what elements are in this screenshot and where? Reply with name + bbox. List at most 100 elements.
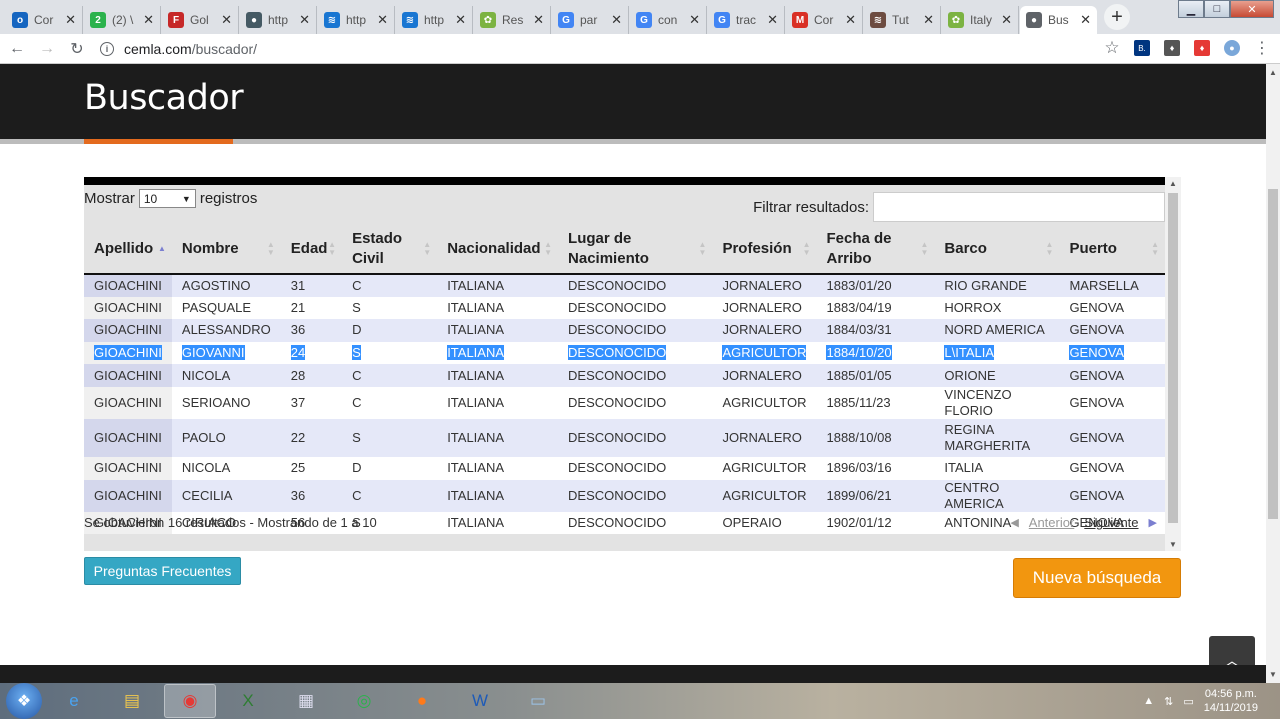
bookmark-star-icon[interactable]: ☆ [1104, 38, 1120, 57]
taskbar-word-icon[interactable]: W [454, 684, 506, 718]
extension-red-icon[interactable]: ♦ [1194, 40, 1210, 56]
taskbar-excel-icon[interactable]: X [222, 684, 274, 718]
table-row[interactable]: GIOACHINI PASQUALE 21 S ITALIANA DESCONOCIDO J… [84, 296, 1165, 320]
browser-tab[interactable]: ≋ http ✕ [396, 6, 473, 34]
tab-close-icon[interactable]: ✕ [689, 12, 700, 28]
browser-tab[interactable]: Gtrac ✕ [708, 6, 785, 34]
browser-tab[interactable]: ● Bus ✕ [1020, 6, 1097, 34]
taskbar-clock[interactable]: 04:56 p.m. 14/11/2019 [1204, 687, 1258, 715]
page-scroll-up-icon[interactable]: ▲ [1269, 68, 1277, 77]
tray-expand-icon[interactable]: ▲ [1143, 695, 1154, 707]
tab-close-icon[interactable]: ✕ [221, 12, 232, 28]
column-header[interactable]: Nacionalidad ▲ ▼ [437, 225, 559, 275]
panel-scroll-thumb[interactable] [1168, 193, 1178, 523]
tab-close-icon[interactable]: ✕ [377, 12, 388, 28]
scroll-down-icon[interactable]: ▼ [1169, 540, 1177, 549]
start-button[interactable]: ❖ [6, 683, 42, 719]
column-header[interactable]: Barco ▲ ▼ [934, 225, 1060, 275]
menu-dots-icon[interactable]: ⋮ [1254, 40, 1270, 57]
browser-tab[interactable]: ✿ Res ✕ [474, 6, 551, 34]
column-header[interactable]: Lugar de Nacimiento ▲ ▼ [558, 225, 713, 275]
cell-text: 1899/06/21 [826, 487, 892, 503]
column-header[interactable]: Estado Civil ▲ ▼ [342, 225, 438, 275]
taskbar-image-viewer-icon[interactable]: ▭ [512, 684, 564, 718]
table-row[interactable]: GIOACHINI AGOSTINO 31 C ITALIANA DESCONOCIDO J… [84, 274, 1165, 297]
browser-tab[interactable]: ● http ✕ [240, 6, 317, 34]
page-scroll-down-icon[interactable]: ▼ [1269, 670, 1277, 679]
extension-shield-icon[interactable]: ♦ [1164, 40, 1180, 56]
tab-close-icon[interactable]: ✕ [611, 12, 622, 28]
table-row[interactable]: GIOACHINI CECILIA 36 C ITALIANA DESCONOCIDO AG… [84, 479, 1165, 512]
column-header[interactable]: Fecha de Arribo ▲ ▼ [816, 225, 935, 275]
tab-close-icon[interactable]: ✕ [299, 12, 310, 28]
table-row[interactable]: GIOACHINI ALESSANDRO 36 D ITALIANA DESCONOCID… [84, 319, 1165, 342]
new-search-button[interactable]: Nueva búsqueda [1013, 558, 1181, 598]
table-row[interactable]: GIOACHINI NICOLA 28 C ITALIANA DESCONOCIDO JOR… [84, 364, 1165, 387]
tab-close-icon[interactable]: ✕ [143, 12, 154, 28]
column-header[interactable]: Puerto ▲ ▼ [1059, 225, 1165, 275]
column-header[interactable]: Profesión ▲ ▼ [712, 225, 817, 275]
tab-close-icon[interactable]: ✕ [1080, 12, 1091, 28]
taskbar-explorer-icon[interactable]: ▤ [106, 684, 158, 718]
page-scroll-thumb[interactable] [1268, 189, 1278, 519]
browser-tab[interactable]: Gpar ✕ [552, 6, 629, 34]
table-row[interactable]: GIOACHINI SERIOANO 37 C ITALIANA DESCONOCIDO A… [84, 386, 1165, 419]
taskbar-calculator-icon[interactable]: ▦ [280, 684, 332, 718]
browser-tab[interactable]: ✿ Italy ✕ [942, 6, 1019, 34]
tab-close-icon[interactable]: ✕ [767, 12, 778, 28]
browser-tab[interactable]: ≋ Tut ✕ [864, 6, 941, 34]
profile-avatar-icon[interactable]: ● [1224, 40, 1240, 56]
prev-page-link[interactable]: Anterior [1029, 515, 1075, 530]
tab-close-icon[interactable]: ✕ [455, 12, 466, 28]
maximize-button[interactable]: □ [1204, 0, 1230, 18]
reload-icon[interactable]: ↻ [64, 39, 90, 59]
taskbar-chrome-icon[interactable]: ◉ [164, 684, 216, 718]
url-field[interactable]: i cemla.com/buscador/ [100, 41, 257, 57]
taskbar-green-app-icon[interactable]: ◎ [338, 684, 390, 718]
cell-text: 36 [290, 322, 306, 338]
page-scrollbar[interactable]: ▲ ▼ [1266, 64, 1280, 683]
site-info-icon[interactable]: i [100, 41, 114, 56]
filter-input[interactable] [873, 192, 1165, 222]
table-row[interactable]: GIOACHINI PAOLO 22 S ITALIANA DESCONOCIDO JORN… [84, 418, 1165, 457]
browser-tab[interactable]: F Gol ✕ [162, 6, 239, 34]
browser-tab[interactable]: Gcon ✕ [630, 6, 707, 34]
table-row[interactable]: GIOACHINI GIOVANNI 24 S ITALIANA DESCONOCIDO A… [84, 341, 1165, 365]
taskbar-firefox-icon[interactable]: ● [396, 684, 448, 718]
prev-arrow-icon[interactable]: ◀ [1010, 516, 1018, 529]
extension-booking-icon[interactable]: B. [1134, 40, 1150, 56]
back-to-top-button[interactable]: ︿ [1209, 636, 1255, 665]
cell-text: AGRICULTOR [722, 345, 807, 361]
next-page-link[interactable]: Siguiente [1084, 515, 1138, 530]
table-row[interactable]: GIOACHINI NICOLA 25 D ITALIANA DESCONOCIDO AGR… [84, 456, 1165, 480]
panel-scrollbar[interactable]: ▲ ▼ [1165, 177, 1181, 551]
column-header[interactable]: Apellido ▲ [84, 225, 172, 275]
tray-action-center-icon[interactable]: ▭ [1183, 695, 1193, 708]
tab-close-icon[interactable]: ✕ [923, 12, 934, 28]
cell-text: REGINA MARGHERITA [944, 421, 1031, 453]
tray-network-icon[interactable]: ⇅ [1164, 695, 1173, 708]
tab-close-icon[interactable]: ✕ [533, 12, 544, 28]
scroll-up-icon[interactable]: ▲ [1169, 179, 1177, 188]
cell-text: GIOACHINI [94, 367, 162, 383]
close-window-button[interactable]: ✕ [1230, 0, 1274, 18]
cell-text: PASQUALE [181, 299, 252, 315]
browser-tab[interactable]: ≋ http ✕ [318, 6, 395, 34]
browser-tab[interactable]: M Cor ✕ [786, 6, 863, 34]
taskbar-ie-icon[interactable]: e [48, 684, 100, 718]
new-tab-button[interactable]: + [1104, 4, 1130, 30]
faq-button[interactable]: Preguntas Frecuentes [84, 557, 241, 585]
tab-favicon-icon: ✿ [948, 12, 964, 28]
browser-tab[interactable]: o Cor ✕ [6, 6, 83, 34]
column-header[interactable]: Nombre ▲ ▼ [171, 225, 281, 275]
minimize-button[interactable]: ▁ [1178, 0, 1204, 18]
tab-close-icon[interactable]: ✕ [65, 12, 76, 28]
page-length-select[interactable]: 10 ▼ [138, 189, 196, 208]
tab-close-icon[interactable]: ✕ [845, 12, 856, 28]
next-arrow-icon[interactable]: ▶ [1149, 516, 1157, 529]
column-header[interactable]: Edad ▲ ▼ [280, 225, 343, 275]
browser-tab[interactable]: 2 (2) \ ✕ [84, 6, 161, 34]
tab-close-icon[interactable]: ✕ [1001, 12, 1012, 28]
back-icon[interactable]: ← [4, 40, 30, 58]
forward-icon[interactable]: → [34, 40, 60, 58]
